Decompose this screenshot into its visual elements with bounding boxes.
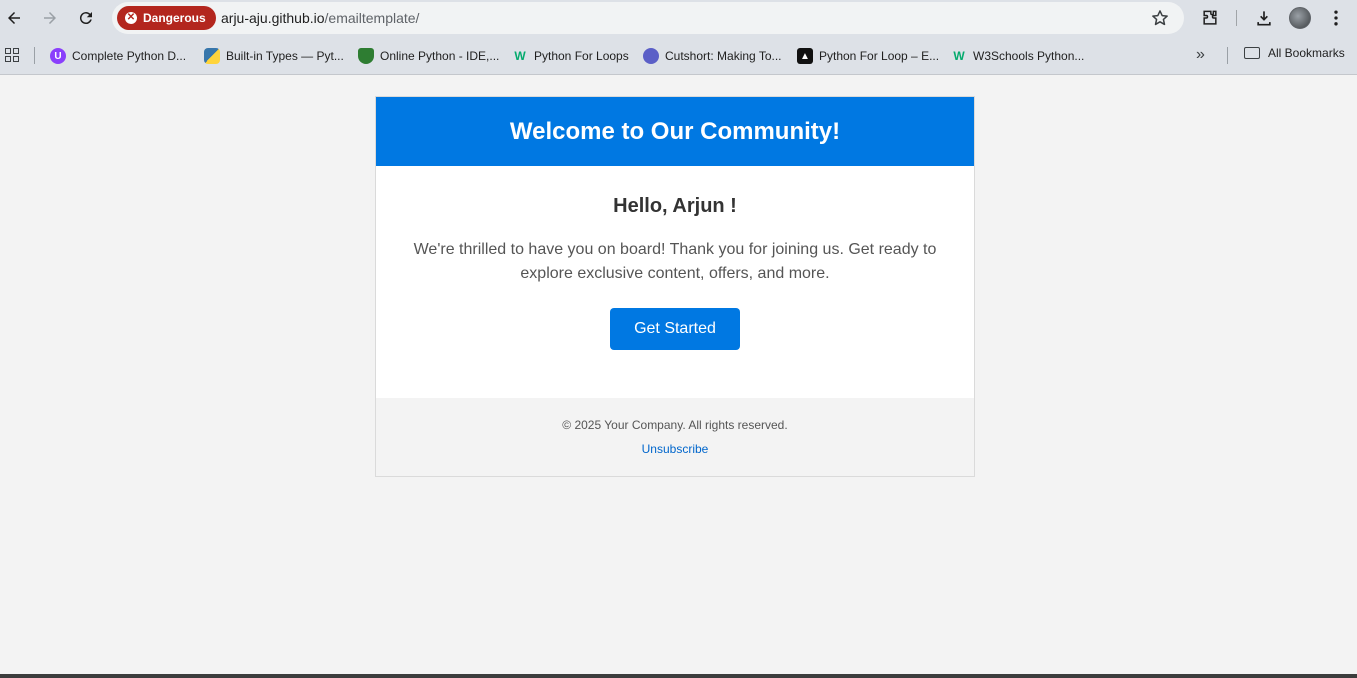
bookmark-label: W3Schools Python... <box>973 49 1085 63</box>
folder-icon <box>1244 47 1260 59</box>
email-header-title: Welcome to Our Community! <box>509 117 841 145</box>
browser-toolbar: ✕ Dangerous arju-aju.github.io/emailtemp… <box>0 0 1357 36</box>
bookmark-item[interactable]: Cutshort: Making To... <box>643 46 782 66</box>
arrow-right-icon <box>44 12 56 24</box>
taskbar-edge <box>0 674 1357 678</box>
downloads-button[interactable] <box>1252 6 1276 30</box>
email-card: Welcome to Our Community! Hello, Arjun !… <box>375 96 975 477</box>
shield-icon <box>358 48 374 64</box>
menu-button[interactable] <box>1324 6 1348 30</box>
cutshort-icon <box>643 48 659 64</box>
mountain-icon: ▲ <box>797 48 813 64</box>
kebab-menu-icon <box>1334 10 1338 26</box>
email-footer: © 2025 Your Company. All rights reserved… <box>376 398 974 476</box>
extensions-button[interactable] <box>1198 6 1222 30</box>
python-icon <box>204 48 220 64</box>
arrow-left-icon <box>8 12 20 24</box>
bookmark-label: Complete Python D... <box>72 49 187 63</box>
udemy-icon: U <box>50 48 66 64</box>
bookmark-item[interactable]: W Python For Loops <box>512 46 629 66</box>
greeting: Hello, Arjun ! <box>613 195 737 217</box>
forward-button[interactable] <box>36 4 64 32</box>
bookmark-item[interactable]: U Complete Python D... <box>50 46 186 66</box>
unsubscribe-link[interactable]: Unsubscribe <box>642 442 709 456</box>
get-started-button[interactable]: Get Started <box>610 308 740 350</box>
toolbar-divider <box>1236 10 1237 26</box>
address-bar[interactable]: ✕ Dangerous arju-aju.github.io/emailtemp… <box>112 2 1184 34</box>
more-bookmarks-chevron-icon[interactable]: » <box>1196 46 1205 64</box>
bookmark-item[interactable]: ▲ Python For Loop – E... <box>797 46 939 66</box>
bookmarks-divider <box>34 47 35 64</box>
w3schools-icon: W <box>953 49 965 63</box>
welcome-message: We're thrilled to have you on board! Tha… <box>413 241 937 282</box>
bookmark-label: Cutshort: Making To... <box>665 49 782 63</box>
security-chip[interactable]: ✕ Dangerous <box>117 6 216 30</box>
bookmark-label: Online Python - IDE,... <box>380 49 500 63</box>
url-path: /emailtemplate/ <box>324 10 420 26</box>
reload-button[interactable] <box>72 4 100 32</box>
url-host: arju-aju.github.io <box>221 10 325 26</box>
reload-icon <box>79 12 92 25</box>
puzzle-icon <box>1203 10 1217 25</box>
bookmark-item[interactable]: Built-in Types — Pyt... <box>204 46 344 66</box>
bookmark-star-icon[interactable] <box>1150 8 1170 28</box>
danger-icon: ✕ <box>125 12 137 24</box>
bookmark-label: Python For Loop – E... <box>819 49 940 63</box>
back-button[interactable] <box>0 4 28 32</box>
bookmark-label: Built-in Types — Pyt... <box>226 49 344 63</box>
bookmark-label: Python For Loops <box>534 49 629 63</box>
bookmarks-bar: U Complete Python D... Built-in Types — … <box>0 36 1357 75</box>
email-header: Welcome to Our Community! <box>376 97 974 166</box>
profile-avatar[interactable] <box>1289 7 1311 29</box>
download-icon <box>1257 11 1271 26</box>
bookmarks-divider <box>1227 47 1228 64</box>
bookmark-item[interactable]: Online Python - IDE,... <box>358 46 499 66</box>
copyright-text: © 2025 Your Company. All rights reserved… <box>562 418 788 432</box>
apps-grid-icon[interactable] <box>5 48 19 62</box>
email-body: Hello, Arjun ! We're thrilled to have yo… <box>376 166 974 398</box>
all-bookmarks-label: All Bookmarks <box>1268 46 1345 60</box>
all-bookmarks-button[interactable]: All Bookmarks <box>1244 46 1345 60</box>
url-text[interactable]: arju-aju.github.io/emailtemplate/ <box>221 10 419 26</box>
w3schools-icon: W <box>514 49 526 63</box>
security-chip-label: Dangerous <box>143 11 206 25</box>
bookmark-item[interactable]: W W3Schools Python... <box>951 46 1084 66</box>
